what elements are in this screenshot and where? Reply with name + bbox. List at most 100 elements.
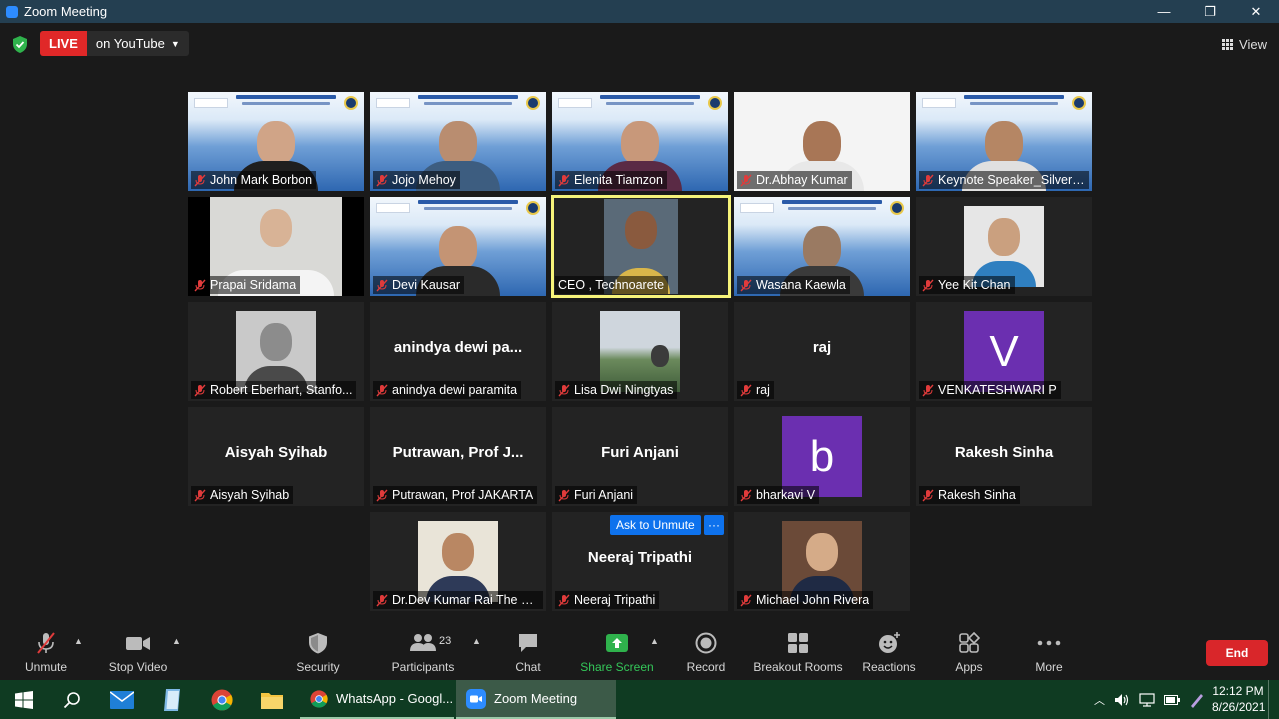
share-screen-icon [606,634,628,652]
network-icon[interactable] [1139,692,1155,707]
participant-tile[interactable]: V VENKATESHWARI P [916,302,1092,401]
participant-tile[interactable]: Rakesh Sinha Rakesh Sinha [916,407,1092,506]
battery-icon[interactable] [1164,694,1180,705]
participant-tile[interactable]: Dr.Abhay Kumar [734,92,910,191]
live-destination-dropdown[interactable]: on YouTube ▼ [86,31,189,56]
windows-taskbar: WhatsApp - Googl... Zoom Meeting ︿ 12:12… [0,680,1279,719]
participant-name: Furi Anjani [574,488,634,502]
muted-mic-icon [376,384,388,396]
muted-mic-icon [922,489,934,501]
participant-tile[interactable]: Devi Kausar [370,197,546,296]
participant-tile[interactable]: Robert Eberhart, Stanfo... [188,302,364,401]
encryption-shield-icon[interactable] [12,36,28,53]
participant-nameplate: Yee Kit Chan [919,276,1015,294]
participant-display-name: Aisyah Syihab [224,444,328,461]
muted-mic-icon [558,174,570,186]
ask-to-unmute-button[interactable]: Ask to Unmute [610,515,701,535]
participant-tile[interactable]: Keynote Speaker_Silveri... [916,92,1092,191]
participant-tile-active-speaker[interactable]: CEO , Technoarete [551,195,731,298]
audio-options-chevron-icon[interactable]: ▲ [74,636,83,646]
participant-name: Aisyah Syihab [210,488,290,502]
participant-tile[interactable]: Putrawan, Prof J... Putrawan, Prof JAKAR… [370,407,546,506]
participant-name: Neeraj Tripathi [574,593,656,607]
search-button[interactable] [48,680,96,719]
participant-tile[interactable]: Dr.Dev Kumar Rai The S... [370,512,546,611]
share-screen-button[interactable]: Share Screen [580,631,654,677]
view-button[interactable]: View [1222,33,1267,55]
zoom-app-icon [6,5,18,18]
security-label: Security [296,660,340,674]
participant-name: John Mark Borbon [210,173,313,187]
mail-icon [110,690,134,709]
taskbar-chrome-app[interactable] [198,680,246,719]
muted-mic-icon [376,489,388,501]
taskbar-file-explorer[interactable] [248,680,296,719]
stop-video-button[interactable]: Stop Video [108,631,168,677]
participant-nameplate: Jojo Mehoy [373,171,460,189]
participant-nameplate: Putrawan, Prof JAKARTA [373,486,538,504]
folder-icon [261,692,283,709]
participant-tile[interactable]: John Mark Borbon [188,92,364,191]
participant-tile[interactable]: b bharkavi V [734,407,910,506]
muted-mic-icon [922,174,934,186]
participant-tile[interactable]: Prapai Sridama [188,197,364,296]
participant-name: Dr.Abhay Kumar [756,173,848,187]
apps-button[interactable]: Apps [950,631,988,677]
participant-tile[interactable]: Aisyah Syihab Aisyah Syihab [188,407,364,506]
taskbar-mail-app[interactable] [98,680,146,719]
participant-nameplate: Dr.Abhay Kumar [737,171,852,189]
apps-label: Apps [955,660,983,674]
taskbar-app-label: WhatsApp - Googl... [336,691,454,706]
participant-tile[interactable]: Michael John Rivera [734,512,910,611]
participant-tile[interactable]: Yee Kit Chan [916,197,1092,296]
participant-tile[interactable]: Lisa Dwi Ningtyas [552,302,728,401]
windows-start-button[interactable] [0,680,48,719]
end-meeting-button[interactable]: End [1206,640,1268,666]
notes-icon [164,688,180,711]
muted-mic-icon [740,279,752,291]
participant-tile[interactable]: raj raj [734,302,910,401]
unmute-button[interactable]: Unmute [22,631,70,677]
taskbar-notes-app[interactable] [148,680,196,719]
muted-mic-icon [740,594,752,606]
minimize-button[interactable]: — [1141,0,1187,23]
taskbar-whatsapp-window[interactable]: WhatsApp - Googl... [300,680,454,719]
participant-nameplate: VENKATESHWARI P [919,381,1061,399]
close-button[interactable]: ✕ [1233,0,1279,23]
security-button[interactable]: Security [294,631,342,677]
taskbar-zoom-window[interactable]: Zoom Meeting [456,680,616,719]
unmute-label: Unmute [24,660,68,674]
participants-options-chevron-icon[interactable]: ▲ [472,636,481,646]
participant-tile[interactable]: Furi Anjani Furi Anjani [552,407,728,506]
share-screen-label: Share Screen [580,660,654,674]
reactions-label: Reactions [862,660,916,674]
live-stream-indicator[interactable]: LIVE on YouTube ▼ [40,31,189,56]
window-title: Zoom Meeting [24,4,108,19]
record-button[interactable]: Record [684,631,728,677]
system-clock[interactable]: 12:12 PM 8/26/2021 [1212,683,1265,715]
participant-display-name: Rakesh Sinha [954,444,1054,461]
participant-more-button[interactable]: ··· [704,515,724,535]
reactions-button[interactable]: Reactions [860,631,918,677]
participant-tile[interactable]: Jojo Mehoy [370,92,546,191]
muted-mic-icon [740,384,752,396]
participant-tile[interactable]: Elenita Tiamzon [552,92,728,191]
tray-overflow-chevron-icon[interactable]: ︿ [1094,692,1105,708]
show-desktop-button[interactable] [1268,680,1279,719]
more-button[interactable]: More [1032,631,1066,677]
volume-icon[interactable] [1114,693,1130,707]
chat-button[interactable]: Chat [510,631,546,677]
breakout-rooms-button[interactable]: Breakout Rooms [752,631,844,677]
participant-name: raj [756,383,770,397]
participant-name: Keynote Speaker_Silveri... [938,173,1085,187]
pen-icon[interactable] [1189,692,1205,708]
muted-mic-icon [558,594,570,606]
participant-tile[interactable]: Wasana Kaewla [734,197,910,296]
participant-tile[interactable]: anindya dewi pa... anindya dewi paramita [370,302,546,401]
video-options-chevron-icon[interactable]: ▲ [172,636,181,646]
participant-nameplate: Keynote Speaker_Silveri... [919,171,1089,189]
maximize-button[interactable]: ❐ [1187,0,1233,23]
muted-mic-icon [194,384,206,396]
share-options-chevron-icon[interactable]: ▲ [650,636,659,646]
participant-tile[interactable]: Ask to Unmute ··· Neeraj Tripathi Neeraj… [552,512,728,611]
